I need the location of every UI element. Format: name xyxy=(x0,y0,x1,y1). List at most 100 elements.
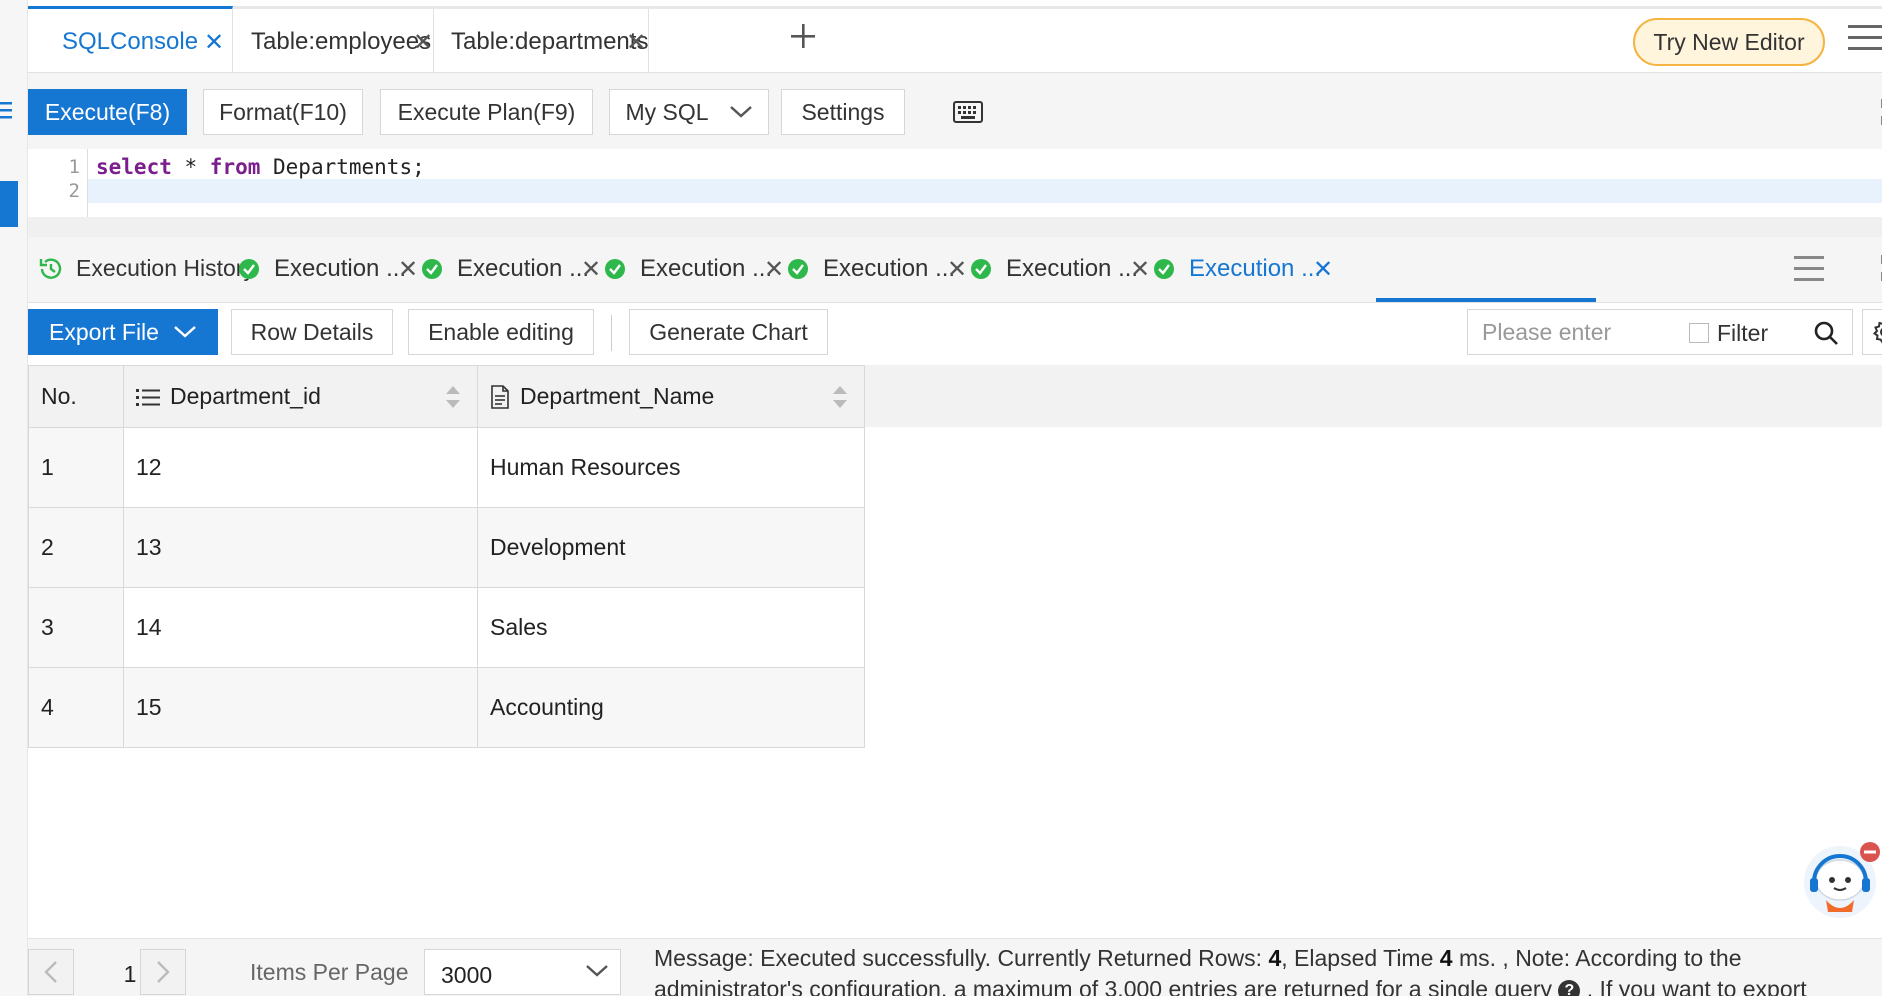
active-line-highlight xyxy=(88,179,1882,203)
result-toolbar: Export File Row Details Enable editing G… xyxy=(28,303,1882,365)
tab-execution-result[interactable]: Execution ... ✕ xyxy=(421,255,601,283)
check-circle-icon xyxy=(238,258,260,280)
search-input[interactable] xyxy=(1482,318,1662,346)
message-text: Message: Executed successfully. Currentl… xyxy=(654,945,1269,971)
column-header-department-id[interactable]: Department_id xyxy=(123,365,478,428)
console-tab-bar: SQLConsole ✕ Table:employees ✕ Table:dep… xyxy=(28,6,1882,75)
table-row[interactable]: 2 13 Development xyxy=(28,507,865,588)
history-icon xyxy=(38,256,76,282)
menu-icon[interactable] xyxy=(0,100,14,120)
panel-divider[interactable] xyxy=(28,217,1882,237)
assistant-icon[interactable] xyxy=(1800,840,1880,920)
close-icon[interactable]: ✕ xyxy=(204,28,224,57)
tab-table-departments[interactable]: Table:departments ✕ xyxy=(434,9,649,75)
column-header-label: Department_Name xyxy=(520,383,715,409)
filter-checkbox[interactable] xyxy=(1689,323,1709,343)
cell-department-id[interactable]: 14 xyxy=(123,587,478,668)
close-icon[interactable]: ✕ xyxy=(581,255,601,284)
cell-department-name[interactable]: Development xyxy=(477,507,865,588)
next-page-button[interactable] xyxy=(140,949,186,995)
cell-row-number: 2 xyxy=(28,507,124,588)
sql-token: * xyxy=(171,155,210,179)
format-button[interactable]: Format(F10) xyxy=(203,89,363,135)
format-label: Format(F10) xyxy=(219,98,347,125)
close-icon[interactable]: ✕ xyxy=(1313,255,1333,284)
column-header-no: No. xyxy=(28,365,124,428)
try-new-editor-button[interactable]: Try New Editor xyxy=(1633,18,1825,66)
plus-icon[interactable] xyxy=(790,19,816,49)
export-file-button[interactable]: Export File xyxy=(28,309,218,355)
cell-row-number: 3 xyxy=(28,587,124,668)
sidebar-active-marker xyxy=(0,181,18,227)
sql-keyword: from xyxy=(209,155,261,179)
sql-token: Departments; xyxy=(260,155,425,179)
sql-code[interactable]: select * from Departments; xyxy=(96,155,425,179)
help-icon[interactable]: ? xyxy=(1558,979,1581,996)
enable-editing-button[interactable]: Enable editing xyxy=(408,309,594,355)
close-icon[interactable]: ✕ xyxy=(1130,255,1150,284)
sql-editor[interactable]: 1 2 select * from Departments; xyxy=(28,149,1882,217)
settings-label: Settings xyxy=(801,98,885,125)
check-circle-icon xyxy=(787,258,809,280)
tab-label: Execution ... xyxy=(457,255,590,282)
cell-department-id[interactable]: 13 xyxy=(123,507,478,588)
sort-icon[interactable] xyxy=(445,384,461,410)
keyboard-icon[interactable] xyxy=(953,101,983,123)
tab-label: Execution ... xyxy=(1006,255,1139,282)
result-search-box: Filter xyxy=(1467,309,1853,355)
close-icon[interactable]: ✕ xyxy=(947,255,967,284)
close-icon[interactable]: ✕ xyxy=(413,28,433,57)
items-per-page-value: 3000 xyxy=(441,962,493,988)
close-icon[interactable]: ✕ xyxy=(764,255,784,284)
table-row[interactable]: 3 14 Sales xyxy=(28,587,865,668)
prev-page-button[interactable] xyxy=(28,949,74,995)
tab-execution-result[interactable]: Execution ... ✕ xyxy=(970,255,1150,283)
tab-label: Execution ... xyxy=(823,255,956,282)
check-circle-icon xyxy=(421,258,443,280)
close-icon[interactable]: ✕ xyxy=(626,28,646,57)
tab-sqlconsole[interactable]: SQLConsole ✕ xyxy=(28,6,233,75)
tab-execution-history[interactable]: Execution History xyxy=(38,255,255,282)
pagination-footer: 1 Items Per Page 3000 Message: Executed … xyxy=(28,938,1882,996)
hamburger-icon[interactable] xyxy=(1848,23,1882,53)
line-number: 1 xyxy=(68,156,80,178)
items-per-page-label: Items Per Page xyxy=(250,959,409,985)
cell-department-id[interactable]: 15 xyxy=(123,667,478,748)
tab-label: SQLConsole xyxy=(62,28,199,55)
row-details-button[interactable]: Row Details xyxy=(231,309,393,355)
execute-button[interactable]: Execute(F8) xyxy=(28,89,187,135)
search-icon[interactable] xyxy=(1813,320,1839,346)
chevron-down-icon xyxy=(585,964,609,978)
message-text: , Elapsed Time xyxy=(1281,945,1440,971)
dialect-label: My SQL xyxy=(625,98,709,125)
tab-execution-result[interactable]: Execution ... ✕ xyxy=(604,255,784,283)
sort-icon[interactable] xyxy=(832,384,848,410)
tab-table-employees[interactable]: Table:employees ✕ xyxy=(233,9,434,75)
sql-dialect-select[interactable]: My SQL xyxy=(609,89,769,135)
tab-label: Execution ... xyxy=(640,255,773,282)
generate-chart-button[interactable]: Generate Chart xyxy=(629,309,828,355)
tab-execution-result-active[interactable]: Execution ... ✕ xyxy=(1153,255,1333,283)
column-header-department-name[interactable]: Department_Name xyxy=(477,365,865,428)
cell-row-number: 4 xyxy=(28,667,124,748)
items-per-page-select[interactable]: 3000 xyxy=(424,949,621,995)
column-header-label: No. xyxy=(41,383,77,409)
cell-department-id[interactable]: 12 xyxy=(123,427,478,508)
hamburger-icon[interactable] xyxy=(1794,253,1824,283)
cell-department-name[interactable]: Sales xyxy=(477,587,865,668)
table-row[interactable]: 4 15 Accounting xyxy=(28,667,865,748)
table-row[interactable]: 1 12 Human Resources xyxy=(28,427,865,508)
left-sidebar-strip xyxy=(0,0,28,996)
cell-department-name[interactable]: Human Resources xyxy=(477,427,865,508)
toolbar-divider xyxy=(611,315,612,351)
execute-plan-button[interactable]: Execute Plan(F9) xyxy=(380,89,593,135)
chevron-left-icon xyxy=(44,960,58,984)
tab-execution-result[interactable]: Execution ... ✕ xyxy=(787,255,967,283)
cell-department-name[interactable]: Accounting xyxy=(477,667,865,748)
tab-label: Execution ... xyxy=(274,255,407,282)
gear-button[interactable] xyxy=(1862,309,1882,355)
tab-execution-result[interactable]: Execution ... ✕ xyxy=(238,255,418,283)
document-icon xyxy=(490,384,520,409)
settings-button[interactable]: Settings xyxy=(781,89,905,135)
close-icon[interactable]: ✕ xyxy=(398,255,418,284)
